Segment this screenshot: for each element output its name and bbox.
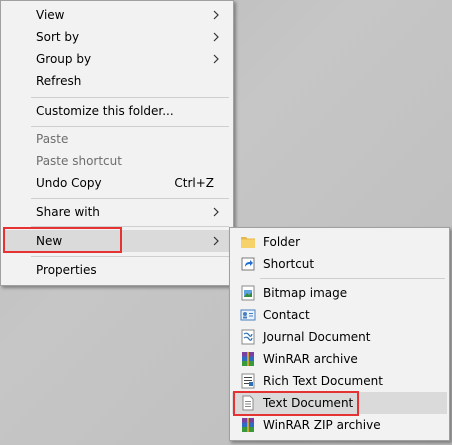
menu-item-label: Undo Copy xyxy=(36,176,102,190)
menu-separator xyxy=(31,97,229,98)
menu-item-label: Folder xyxy=(263,235,301,249)
chevron-right-icon xyxy=(213,10,219,20)
menu-item-label: Group by xyxy=(36,52,92,66)
winrar-icon xyxy=(242,352,254,366)
menu-item-label: WinRAR archive xyxy=(263,352,358,366)
menu-item-paste[interactable]: Paste xyxy=(3,128,231,150)
menu-item-label: Sort by xyxy=(36,30,80,44)
menu-item-group-by[interactable]: Group by xyxy=(3,48,231,70)
menu-item-label: Customize this folder... xyxy=(36,104,174,118)
chevron-right-icon xyxy=(213,207,219,217)
submenu-item-winrar-zip-archive[interactable]: WinRAR ZIP archive xyxy=(232,414,447,436)
menu-separator xyxy=(31,126,229,127)
menu-item-label: Shortcut xyxy=(263,257,315,271)
menu-item-view[interactable]: View xyxy=(3,4,231,26)
contact-card-icon xyxy=(240,309,256,321)
menu-item-label: Journal Document xyxy=(263,330,371,344)
menu-item-label: Paste xyxy=(36,132,69,146)
menu-item-sort-by[interactable]: Sort by xyxy=(3,26,231,48)
menu-item-undo-copy[interactable]: Undo Copy Ctrl+Z xyxy=(3,172,231,194)
annotation-highlight-text-document xyxy=(233,391,359,416)
menu-separator xyxy=(260,278,445,279)
menu-item-label: Rich Text Document xyxy=(263,374,383,388)
menu-item-label: WinRAR ZIP archive xyxy=(263,418,381,432)
folder-icon xyxy=(241,237,255,248)
shortcut-icon xyxy=(241,257,255,271)
menu-item-share-with[interactable]: Share with xyxy=(3,201,231,223)
menu-item-label: Bitmap image xyxy=(263,286,348,300)
submenu-item-folder[interactable]: Folder xyxy=(232,231,447,253)
menu-item-customize-folder[interactable]: Customize this folder... xyxy=(3,100,231,122)
menu-item-label: View xyxy=(36,8,65,22)
chevron-right-icon xyxy=(213,32,219,42)
menu-item-label: Contact xyxy=(263,308,310,322)
menu-item-label: Refresh xyxy=(36,74,82,88)
winrar-zip-icon xyxy=(242,418,254,432)
submenu-item-contact[interactable]: Contact xyxy=(232,304,447,326)
submenu-item-bitmap-image[interactable]: Bitmap image xyxy=(232,282,447,304)
chevron-right-icon xyxy=(213,54,219,64)
menu-item-label: Share with xyxy=(36,205,100,219)
bitmap-icon xyxy=(241,285,255,301)
rich-text-icon xyxy=(241,373,255,389)
submenu-item-rich-text-document[interactable]: Rich Text Document xyxy=(232,370,447,392)
menu-item-properties[interactable]: Properties xyxy=(3,259,231,281)
annotation-highlight-new xyxy=(3,227,122,253)
menu-item-label: Paste shortcut xyxy=(36,154,122,168)
menu-item-paste-shortcut[interactable]: Paste shortcut xyxy=(3,150,231,172)
submenu-item-journal-document[interactable]: Journal Document xyxy=(232,326,447,348)
menu-item-label: Properties xyxy=(36,263,97,277)
menu-item-refresh[interactable]: Refresh xyxy=(3,70,231,92)
submenu-item-shortcut[interactable]: Shortcut xyxy=(232,253,447,275)
submenu-item-winrar-archive[interactable]: WinRAR archive xyxy=(232,348,447,370)
chevron-right-icon xyxy=(213,236,219,246)
journal-icon xyxy=(241,329,255,345)
menu-separator xyxy=(31,198,229,199)
menu-separator xyxy=(31,256,229,257)
keyboard-shortcut-label: Ctrl+Z xyxy=(174,176,214,190)
